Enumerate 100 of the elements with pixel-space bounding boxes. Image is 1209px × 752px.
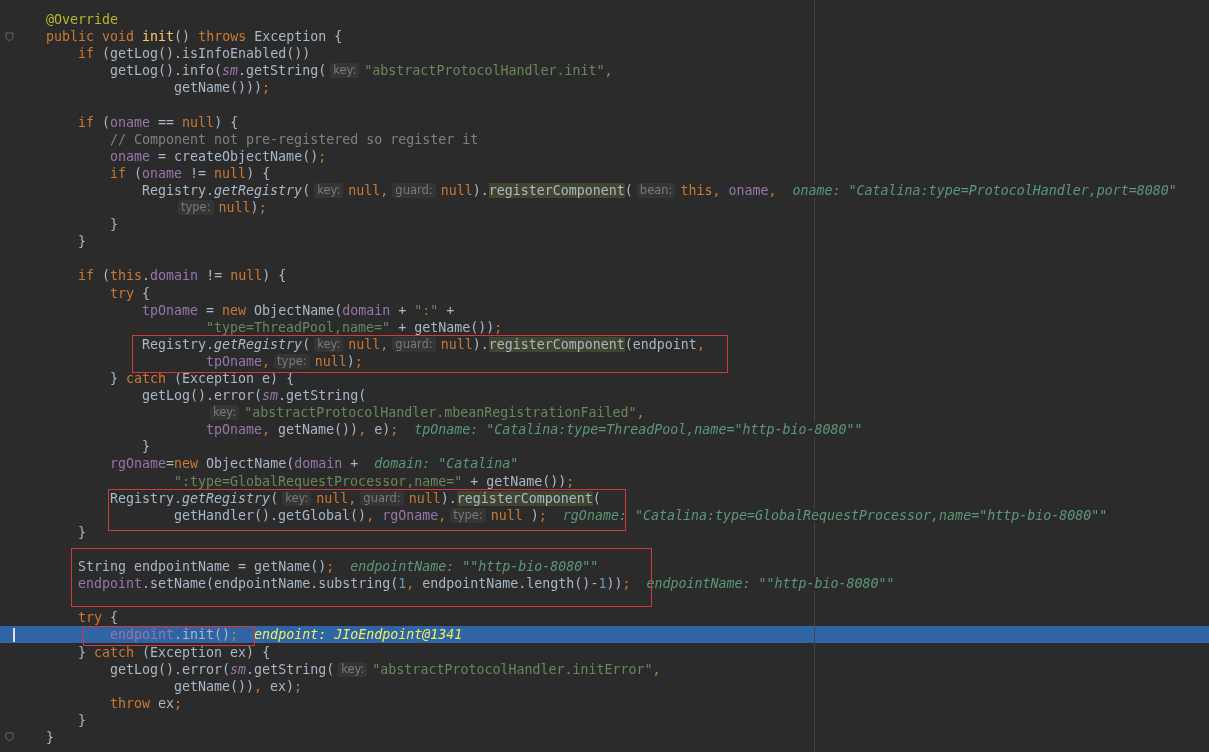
code-text: ) { <box>214 114 239 130</box>
parameter-hint: guard: <box>392 183 436 198</box>
code-text: .getString( <box>246 661 335 677</box>
code-keyword: null <box>440 336 473 352</box>
code-text: + <box>349 456 359 472</box>
code-keyword: if <box>110 165 126 181</box>
parameter-hint: guard: <box>392 336 436 352</box>
code-text: (endpoint <box>624 336 697 352</box>
parameter-hint: type: <box>274 353 310 369</box>
code-text: () <box>174 29 192 45</box>
code-text: = createObjectName() <box>157 148 319 164</box>
code-keyword: , <box>652 661 661 677</box>
code-text: ( <box>133 165 143 181</box>
code-keyword: if <box>78 114 94 130</box>
code-keyword: , <box>358 422 368 438</box>
code-keyword: , <box>438 507 447 523</box>
code-keyword: throw <box>110 695 152 711</box>
code-text: ex) <box>270 678 295 694</box>
code-comment: // Component not pre-registered so register it <box>110 131 479 147</box>
static-field-name: sm <box>230 661 247 677</box>
code-text: Exception { <box>254 29 343 45</box>
code-keyword: ; <box>294 678 303 694</box>
code-keyword: try <box>110 285 135 301</box>
code-keyword: throws <box>198 29 248 45</box>
code-keyword: if <box>78 268 94 284</box>
number-literal: 1 <box>398 576 407 592</box>
code-keyword: null <box>182 114 215 130</box>
field-name: rgOname <box>382 507 439 523</box>
fold-icon[interactable] <box>5 732 14 743</box>
code-text: getLog().error( <box>142 388 263 404</box>
debug-value: endpoint: JIoEndpoint@1341 <box>254 627 463 643</box>
parameter-hint: key: <box>314 183 344 198</box>
code-text: } <box>110 371 119 386</box>
code-keyword: if <box>78 46 94 62</box>
code-keyword: , <box>262 422 272 438</box>
code-text: getName()) <box>278 422 359 438</box>
code-text: ( <box>302 183 311 198</box>
code-text: getLog().error( <box>110 661 231 677</box>
code-text: .setName(endpointName.substring( <box>142 576 399 592</box>
highlighted-method-name: registerComponent <box>456 490 593 506</box>
code-keyword: null, <box>348 183 389 198</box>
code-text: String endpointName = getName() <box>78 559 327 575</box>
string-literal: ":type=GlobalRequestProcessor,name=" <box>174 473 463 489</box>
code-keyword: ; <box>318 148 327 164</box>
code-text: { <box>141 285 151 301</box>
string-literal: "type=ThreadPool,name=" <box>206 319 391 335</box>
parameter-hint: key: <box>338 661 368 677</box>
code-keyword: public void <box>46 29 136 45</box>
code-text: } <box>110 217 118 233</box>
code-keyword: ; <box>258 200 267 216</box>
code-keyword: , <box>262 353 271 369</box>
static-method-name: getRegistry <box>214 183 303 198</box>
code-keyword: ; <box>622 576 631 592</box>
code-annotation: @Override <box>46 12 119 28</box>
code-keyword: , <box>406 576 416 592</box>
parameter-hint: key: <box>282 490 312 506</box>
field-name: oname <box>110 114 151 130</box>
debug-value: oname: "Catalina:type=ProtocolHandler,port=8080" <box>792 183 1177 198</box>
code-text: + <box>397 302 408 318</box>
code-text: . <box>142 268 151 284</box>
code-text: ) { <box>246 165 271 181</box>
parameter-hint: key: <box>210 405 240 421</box>
parameter-hint: type: <box>178 200 214 216</box>
code-text: } <box>142 439 150 455</box>
code-text: ) { <box>262 268 287 284</box>
code-keyword: , <box>696 336 705 352</box>
code-keyword: catch <box>94 644 135 660</box>
code-text: } <box>78 234 86 250</box>
code-keyword: null <box>218 200 251 216</box>
code-keyword: ; <box>390 422 399 438</box>
code-keyword: null <box>214 165 247 181</box>
debug-value: tpOname: "Catalina:type=ThreadPool,name="http-bio-8080"" <box>414 422 863 438</box>
code-keyword: this <box>110 268 143 284</box>
code-keyword: ; <box>174 695 183 711</box>
code-editor[interactable] <box>0 0 1209 752</box>
code-text: ( <box>592 490 601 506</box>
static-method-name: getRegistry <box>214 336 303 352</box>
code-text: == <box>157 114 176 130</box>
code-keyword: catch <box>126 371 167 386</box>
parameter-hint: type: <box>450 507 486 523</box>
code-keyword: new <box>174 456 200 472</box>
code-text: ). <box>440 490 457 506</box>
code-text: getName())) <box>174 80 263 96</box>
highlighted-method-name: registerComponent <box>488 183 625 198</box>
code-keyword: null <box>314 353 347 369</box>
code-keyword: null, <box>316 490 357 506</box>
code-text: ( <box>624 183 633 198</box>
code-text: != <box>189 165 208 181</box>
debug-value: rgOname: "Catalina:type=GlobalRequestProcessor,name="http-bio-8080"" <box>562 507 1108 523</box>
code-keyword: try <box>78 610 103 626</box>
code-keyword: null <box>440 183 473 198</box>
code-text: endpointName.length()- <box>422 576 599 592</box>
field-name: domain <box>342 302 391 318</box>
code-text: + getName()) <box>469 473 567 489</box>
code-text: ObjectName( <box>206 456 295 472</box>
text-cursor <box>13 627 15 642</box>
code-text: e) <box>374 422 391 438</box>
fold-icon[interactable] <box>5 31 14 42</box>
field-name: tpOname <box>206 353 263 369</box>
parameter-hint: key: <box>314 336 344 352</box>
